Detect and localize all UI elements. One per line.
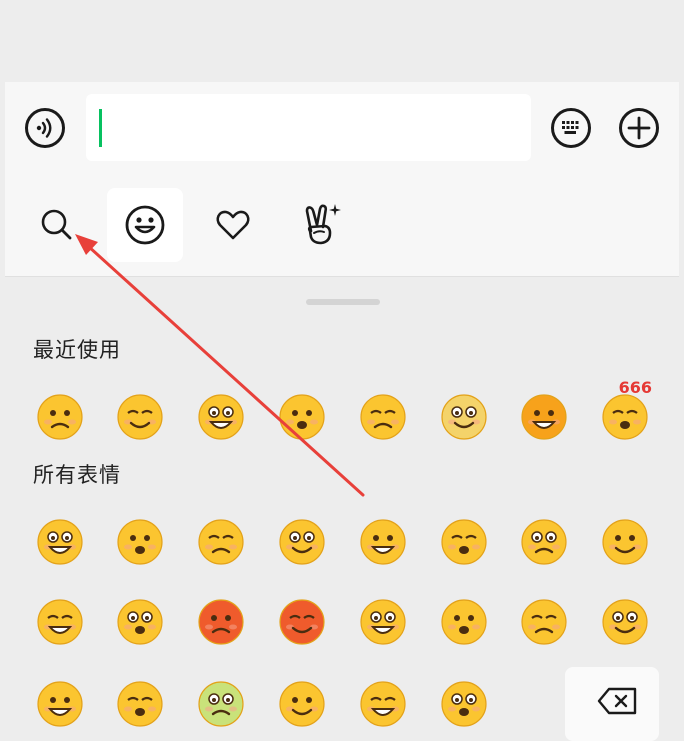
emoji-cool[interactable] [358, 517, 408, 567]
voice-button[interactable] [25, 108, 65, 148]
plus-circle-icon [627, 116, 651, 140]
keyboard-icon [562, 121, 579, 134]
text-caret [99, 109, 102, 147]
emoji-silent[interactable] [600, 517, 650, 567]
tab-emoji[interactable] [107, 188, 183, 262]
sun-emoji[interactable] [519, 392, 569, 442]
more-button[interactable] [619, 108, 659, 148]
emoji-stare[interactable] [277, 517, 327, 567]
emoji-rage[interactable] [277, 597, 327, 647]
emoji-shy[interactable] [519, 517, 569, 567]
emoji-sleep[interactable] [35, 597, 85, 647]
backspace-icon [597, 687, 637, 715]
blush-emoji[interactable] [196, 392, 246, 442]
emoji-awkward[interactable] [115, 517, 165, 567]
emoji-heart-eyes[interactable] [196, 517, 246, 567]
smiley-icon [125, 205, 165, 245]
voice-icon [36, 118, 52, 138]
emoji-grin[interactable] [439, 597, 489, 647]
doge-emoji[interactable] [439, 392, 489, 442]
emoji-wink-tongue[interactable] [358, 597, 408, 647]
chat-area [0, 0, 684, 82]
facepalm-emoji[interactable] [35, 392, 85, 442]
section-title-all: 所有表情 [33, 463, 121, 487]
emoji-scream[interactable] [115, 679, 165, 729]
keyboard-button[interactable] [551, 108, 591, 148]
victory-hand-icon [305, 204, 341, 245]
tab-search[interactable] [19, 188, 95, 262]
tab-stickers[interactable] [283, 188, 359, 262]
emoji-blush-wide[interactable] [35, 679, 85, 729]
emoji-smile[interactable] [35, 517, 85, 567]
emoji-surprised[interactable] [519, 597, 569, 647]
emoji-sad[interactable] [600, 597, 650, 647]
666-emoji[interactable]: 666 [600, 378, 652, 442]
emoji-dazed[interactable] [439, 679, 489, 729]
emoji-tab-bar [5, 178, 679, 277]
section-title-recent: 最近使用 [33, 338, 121, 362]
emoji-cover-mouth[interactable] [277, 679, 327, 729]
emoji-sick[interactable] [196, 679, 246, 729]
emoji-happy[interactable] [358, 679, 408, 729]
emoji-panel: 最近使用 所有表情 666 [5, 277, 679, 741]
hug-victory-emoji[interactable] [358, 392, 408, 442]
emoji-cry[interactable] [439, 517, 489, 567]
emoji-grimace[interactable] [115, 597, 165, 647]
laugh-cry-emoji[interactable] [277, 392, 327, 442]
emoji-label: 666 [618, 378, 652, 397]
smirk-emoji[interactable] [115, 392, 165, 442]
tab-favorites[interactable] [195, 188, 271, 262]
drag-handle[interactable] [306, 299, 380, 305]
emoji-angry-red[interactable] [196, 597, 246, 647]
delete-button[interactable] [565, 667, 659, 741]
input-bar [5, 82, 679, 178]
search-icon [41, 209, 72, 240]
heart-icon [216, 210, 250, 240]
message-input[interactable] [86, 94, 531, 161]
